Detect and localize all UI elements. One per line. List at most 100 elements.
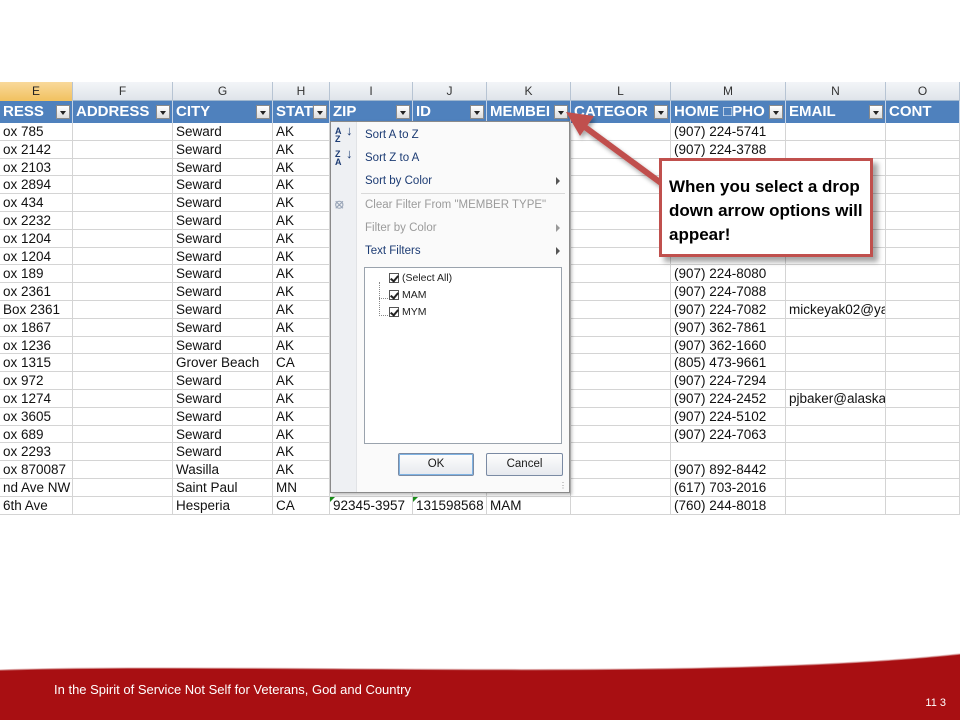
filter-dropdown-arrow-icon[interactable] — [156, 105, 170, 119]
table-cell[interactable]: Seward — [173, 194, 273, 212]
table-cell[interactable] — [571, 283, 671, 301]
table-cell[interactable] — [886, 461, 960, 479]
table-cell[interactable]: Seward — [173, 443, 273, 462]
table-cell[interactable] — [886, 389, 960, 408]
table-cell[interactable]: ox 2142 — [0, 140, 73, 159]
table-cell[interactable]: (760) 244-8018 — [671, 496, 786, 515]
table-cell[interactable]: Seward — [173, 336, 273, 355]
table-cell[interactable] — [73, 247, 173, 266]
table-cell[interactable]: Seward — [173, 123, 273, 141]
mam-checkbox[interactable] — [389, 290, 399, 300]
table-cell[interactable] — [786, 496, 886, 515]
table-cell[interactable] — [886, 354, 960, 373]
table-cell[interactable] — [571, 318, 671, 337]
table-cell[interactable] — [571, 372, 671, 390]
column-letter-e[interactable]: E — [0, 82, 73, 101]
table-cell[interactable]: Box 2361 — [0, 300, 73, 319]
table-cell[interactable] — [73, 211, 173, 230]
table-cell[interactable]: 92345-3957 — [330, 496, 413, 515]
table-cell[interactable]: (907) 224-5102 — [671, 407, 786, 426]
table-cell[interactable]: (907) 224-8080 — [671, 265, 786, 284]
table-cell[interactable] — [886, 336, 960, 355]
table-cell[interactable] — [571, 425, 671, 444]
table-cell[interactable]: Seward — [173, 265, 273, 284]
table-cell[interactable] — [73, 336, 173, 355]
table-cell[interactable] — [886, 300, 960, 319]
table-cell[interactable]: ox 2894 — [0, 176, 73, 195]
column-letter-l[interactable]: L — [571, 82, 671, 101]
column-letter-j[interactable]: J — [413, 82, 487, 101]
table-cell[interactable] — [73, 389, 173, 408]
table-cell[interactable] — [671, 443, 786, 462]
table-cell[interactable] — [73, 300, 173, 319]
table-cell[interactable] — [886, 283, 960, 301]
table-cell[interactable]: (805) 473-9661 — [671, 354, 786, 373]
table-cell[interactable]: (907) 224-7294 — [671, 372, 786, 390]
table-cell[interactable]: Seward — [173, 425, 273, 444]
table-cell[interactable] — [73, 158, 173, 177]
table-cell[interactable] — [73, 318, 173, 337]
sort-by-color-item[interactable]: Sort by Color — [365, 175, 432, 187]
select-all-checkbox[interactable] — [389, 273, 399, 283]
table-cell[interactable] — [886, 247, 960, 266]
column-letter-n[interactable]: N — [786, 82, 886, 101]
table-cell[interactable] — [886, 158, 960, 177]
table-cell[interactable] — [73, 265, 173, 284]
table-cell[interactable] — [886, 229, 960, 248]
select-all-option[interactable]: (Select All) — [389, 272, 452, 284]
table-cell[interactable]: AK — [273, 211, 330, 230]
table-cell[interactable] — [786, 478, 886, 497]
resize-grip-icon[interactable]: ⋮ — [559, 482, 567, 490]
table-cell[interactable]: (907) 362-1660 — [671, 336, 786, 355]
table-cell[interactable]: AK — [273, 265, 330, 284]
table-cell[interactable] — [786, 354, 886, 373]
table-cell[interactable] — [73, 123, 173, 141]
table-cell[interactable] — [571, 389, 671, 408]
table-cell[interactable] — [73, 461, 173, 479]
table-cell[interactable]: ox 1274 — [0, 389, 73, 408]
table-cell[interactable]: Seward — [173, 247, 273, 266]
table-cell[interactable]: AK — [273, 372, 330, 390]
table-cell[interactable] — [571, 336, 671, 355]
table-cell[interactable]: Seward — [173, 140, 273, 159]
table-cell[interactable] — [886, 211, 960, 230]
table-cell[interactable]: ox 189 — [0, 265, 73, 284]
table-cell[interactable] — [786, 336, 886, 355]
table-cell[interactable]: AK — [273, 194, 330, 212]
table-cell[interactable]: ox 2361 — [0, 283, 73, 301]
table-cell[interactable]: (907) 362-7861 — [671, 318, 786, 337]
table-cell[interactable]: Wasilla — [173, 461, 273, 479]
table-cell[interactable]: (617) 703-2016 — [671, 478, 786, 497]
table-cell[interactable] — [73, 140, 173, 159]
table-cell[interactable] — [786, 123, 886, 141]
table-cell[interactable]: AK — [273, 140, 330, 159]
table-cell[interactable] — [571, 496, 671, 515]
table-cell[interactable]: Grover Beach — [173, 354, 273, 373]
table-cell[interactable] — [886, 140, 960, 159]
table-cell[interactable]: ox 3605 — [0, 407, 73, 426]
text-filters-item[interactable]: Text Filters — [365, 245, 421, 257]
table-cell[interactable] — [73, 372, 173, 390]
table-cell[interactable]: AK — [273, 407, 330, 426]
table-cell[interactable]: nd Ave NW — [0, 478, 73, 497]
column-letter-f[interactable]: F — [73, 82, 173, 101]
table-cell[interactable]: AK — [273, 461, 330, 479]
table-cell[interactable] — [886, 318, 960, 337]
table-cell[interactable] — [886, 176, 960, 195]
filter-dropdown-arrow-icon[interactable] — [470, 105, 484, 119]
table-cell[interactable] — [886, 496, 960, 515]
filter-values-list[interactable]: (Select All) MAM MYM — [364, 267, 562, 444]
table-cell[interactable] — [886, 194, 960, 212]
table-cell[interactable]: AK — [273, 425, 330, 444]
mam-option[interactable]: MAM — [389, 289, 427, 301]
table-cell[interactable]: MAM — [487, 496, 571, 515]
table-cell[interactable]: AK — [273, 247, 330, 266]
table-cell[interactable] — [886, 478, 960, 497]
table-cell[interactable] — [786, 407, 886, 426]
table-cell[interactable]: ox 434 — [0, 194, 73, 212]
column-letter-o[interactable]: O — [886, 82, 960, 101]
table-cell[interactable]: AK — [273, 318, 330, 337]
table-cell[interactable]: 6th Ave — [0, 496, 73, 515]
sort-a-to-z-item[interactable]: Sort A to Z — [365, 129, 419, 141]
table-cell[interactable]: AK — [273, 389, 330, 408]
